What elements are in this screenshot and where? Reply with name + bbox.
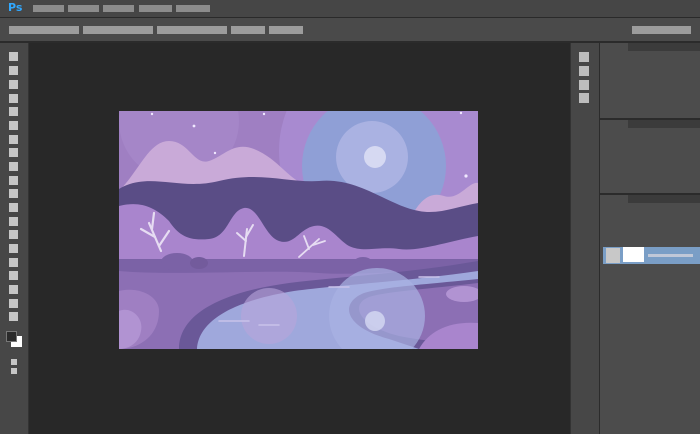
layer-name [648, 254, 693, 257]
menu-item-image[interactable] [103, 5, 134, 12]
hand-tool-icon[interactable] [9, 299, 18, 308]
dodge-tool-icon[interactable] [9, 230, 18, 239]
option-control-1[interactable] [9, 26, 79, 34]
crop-tool-icon[interactable] [9, 107, 18, 116]
color-panel [600, 43, 700, 118]
history-brush-tool-icon[interactable] [9, 176, 18, 185]
eyedropper-tool-icon[interactable] [9, 121, 18, 130]
canvas-artwork[interactable] [119, 111, 478, 349]
star [459, 111, 463, 115]
adjustments-panel-tab[interactable] [628, 120, 700, 128]
layers-panel [600, 195, 700, 434]
rock [161, 253, 193, 271]
quick-select-tool-icon[interactable] [9, 94, 18, 103]
moon-reflection-core [365, 311, 385, 331]
adjustments-panel-icon[interactable] [579, 80, 589, 90]
adjustments-panel [600, 120, 700, 193]
quick-mask-icon[interactable] [11, 359, 17, 365]
option-control-5[interactable] [269, 26, 303, 34]
properties-panel-icon[interactable] [579, 66, 589, 76]
moon-core [364, 146, 386, 168]
shape-tool-icon[interactable] [9, 285, 18, 294]
clone-stamp-tool-icon[interactable] [9, 162, 18, 171]
lasso-tool-icon[interactable] [9, 80, 18, 89]
photoshop-logo-icon: Ps [8, 1, 23, 14]
menu-item-file[interactable] [33, 5, 64, 12]
rock [190, 257, 208, 269]
move-tool-icon[interactable] [9, 52, 18, 61]
option-control-4[interactable] [231, 26, 265, 34]
eraser-tool-icon[interactable] [9, 189, 18, 198]
pen-tool-icon[interactable] [9, 244, 18, 253]
character-panel-icon[interactable] [579, 93, 589, 103]
layers-panel-tab[interactable] [628, 195, 700, 203]
layer-visibility-icon[interactable] [606, 248, 620, 263]
rock [355, 257, 371, 265]
healing-brush-tool-icon[interactable] [9, 135, 18, 144]
star [213, 151, 217, 155]
foreground-color-swatch[interactable] [6, 331, 17, 342]
color-panel-tab[interactable] [628, 43, 700, 51]
star [262, 112, 266, 116]
option-control-3[interactable] [157, 26, 227, 34]
marquee-tool-icon[interactable] [9, 66, 18, 75]
history-panel-icon[interactable] [579, 52, 589, 62]
star [150, 112, 154, 116]
gradient-tool-icon[interactable] [9, 203, 18, 212]
hill-reflection [241, 288, 297, 344]
brush-tool-icon[interactable] [9, 148, 18, 157]
menu-item-select[interactable] [176, 5, 210, 12]
path-select-tool-icon[interactable] [9, 271, 18, 280]
blur-tool-icon[interactable] [9, 217, 18, 226]
workspace-switcher[interactable] [632, 26, 691, 34]
menu-item-layer[interactable] [139, 5, 172, 12]
star [192, 124, 196, 128]
type-tool-icon[interactable] [9, 258, 18, 267]
zoom-tool-icon[interactable] [9, 312, 18, 321]
layer-thumbnail [623, 247, 644, 262]
star [464, 174, 468, 178]
menu-item-edit[interactable] [68, 5, 99, 12]
option-control-2[interactable] [83, 26, 153, 34]
screen-mode-icon[interactable] [11, 368, 17, 374]
